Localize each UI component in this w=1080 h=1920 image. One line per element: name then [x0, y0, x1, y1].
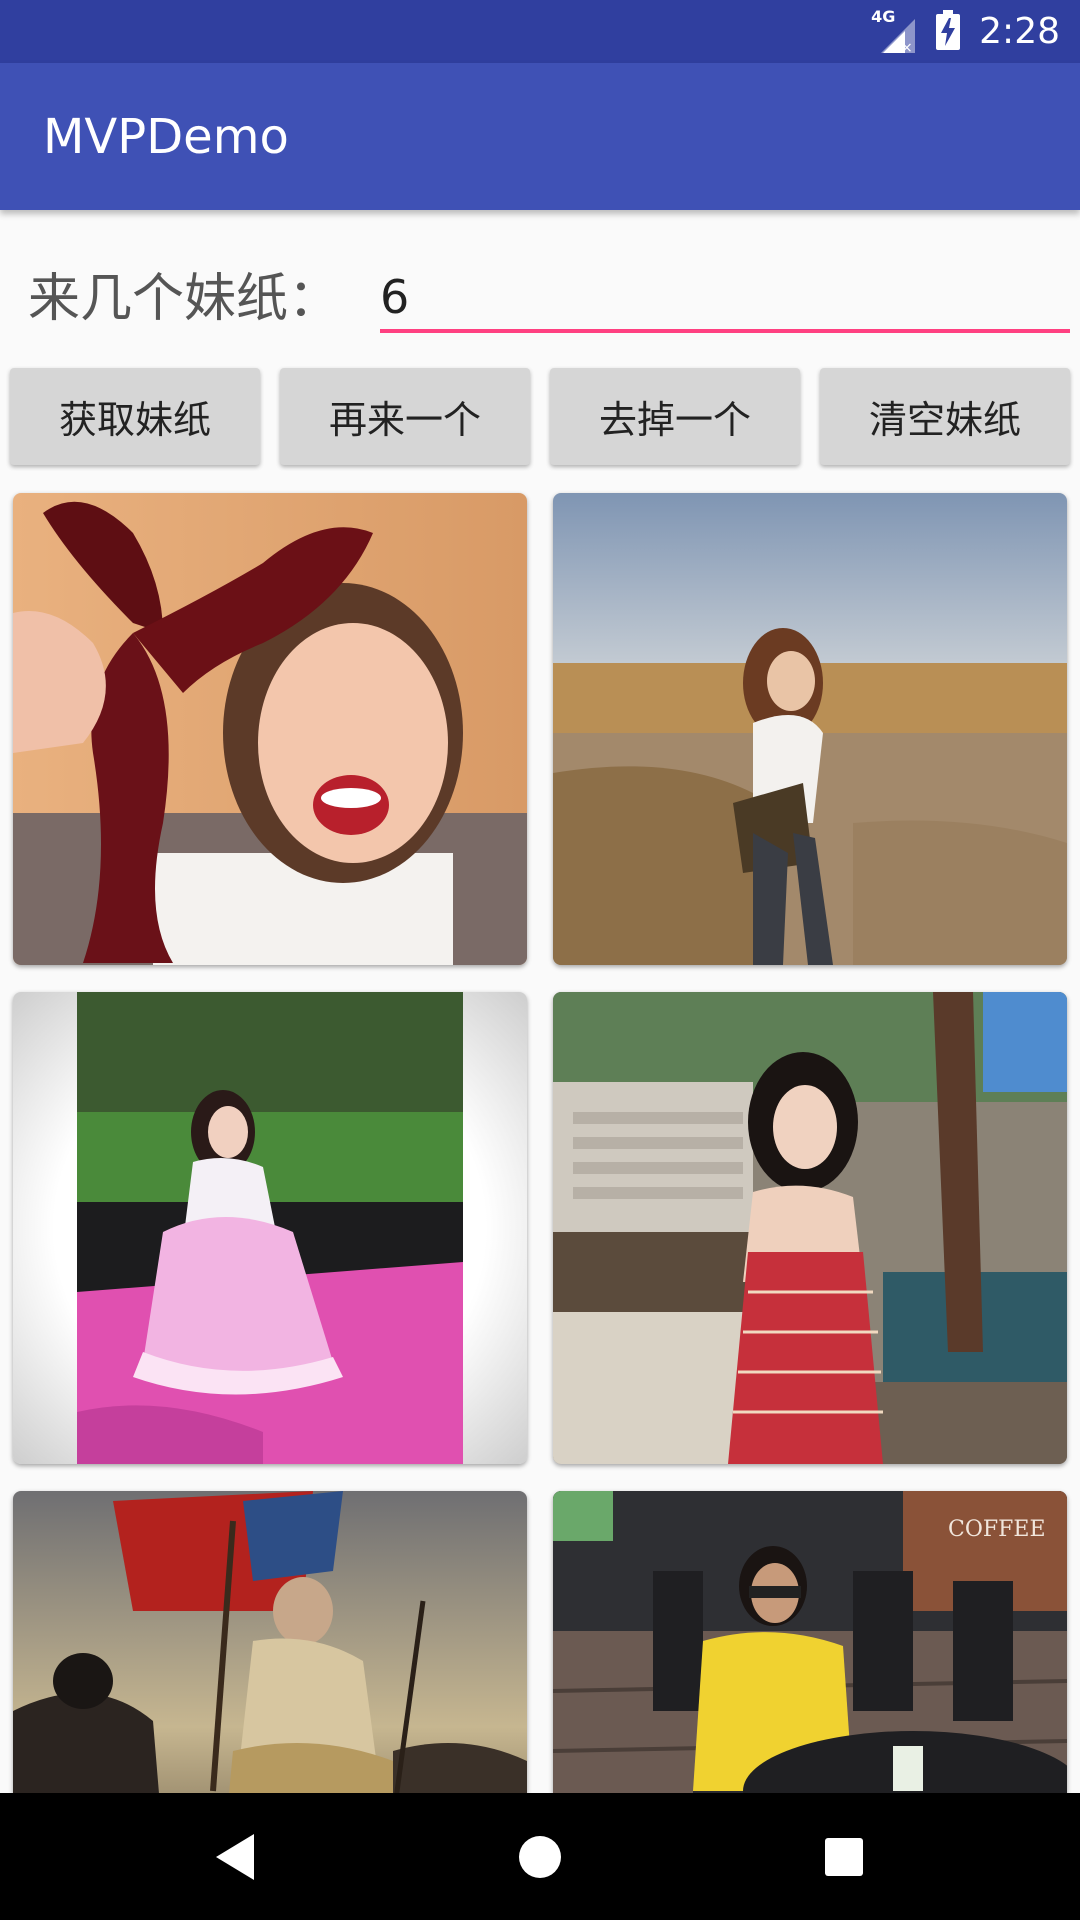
- navigation-bar: [0, 1793, 1080, 1920]
- remove-one-button[interactable]: 去掉一个: [550, 368, 800, 465]
- status-time: 2:28: [979, 11, 1060, 52]
- fetch-button[interactable]: 获取妹纸: [10, 368, 260, 465]
- add-one-button[interactable]: 再来一个: [280, 368, 530, 465]
- photo-1-image: [13, 493, 527, 965]
- signal-icon: 4G ×: [871, 6, 917, 56]
- photo-card[interactable]: [13, 493, 527, 965]
- app-bar: MVPDemo: [0, 63, 1080, 210]
- photo-3-image: [13, 992, 527, 1464]
- photo-2-image: [553, 493, 1067, 965]
- screen: 4G × 2:28 MVPDemo 来几个妹纸： 获取妹纸: [0, 0, 1080, 1920]
- network-type-label: 4G: [871, 6, 896, 26]
- back-icon[interactable]: [194, 1815, 278, 1899]
- photo-card[interactable]: [13, 992, 527, 1464]
- cafe-sign-text: COFFEE: [948, 1517, 1046, 1542]
- photo-card[interactable]: [553, 992, 1067, 1464]
- app-title: MVPDemo: [43, 108, 289, 165]
- photo-4-image: [553, 992, 1067, 1464]
- battery-charging-icon: [935, 9, 961, 54]
- photo-card[interactable]: [553, 493, 1067, 965]
- input-underline: [380, 329, 1070, 333]
- status-bar: 4G × 2:28: [0, 0, 1080, 63]
- recents-icon[interactable]: [802, 1815, 886, 1899]
- home-icon[interactable]: [498, 1815, 582, 1899]
- count-label: 来几个妹纸：: [28, 269, 341, 329]
- count-input[interactable]: [380, 262, 1070, 332]
- clear-button[interactable]: 清空妹纸: [820, 368, 1070, 465]
- svg-text:×: ×: [901, 40, 913, 55]
